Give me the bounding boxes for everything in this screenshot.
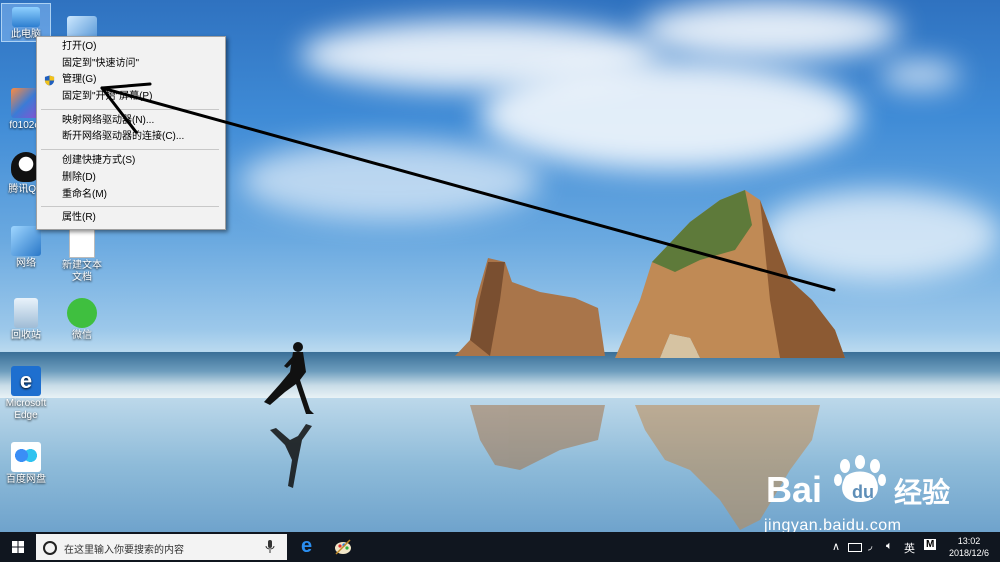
baidu-paw-logo: Bai 经验 du <box>766 455 950 510</box>
menu-item-pin-quick-access[interactable]: 固定到"快速访问" <box>37 56 225 73</box>
watermark-url: jingyan.baidu.com <box>764 517 902 532</box>
desktop-icon-label: 微信 <box>72 330 92 341</box>
ime-mode-indicator[interactable]: M <box>924 539 937 550</box>
menu-item-delete[interactable]: 删除(D) <box>37 170 225 187</box>
menu-item-disconnect-network-drive[interactable]: 断开网络驱动器的连接(C)... <box>37 129 225 146</box>
show-hidden-icons-chevron-icon[interactable]: ∧ <box>832 540 840 553</box>
desktop-icon-label: Microsoft Edge <box>5 398 47 421</box>
clock-time: 13:02 <box>957 536 981 546</box>
menu-item-open[interactable]: 打开(O) <box>37 39 225 56</box>
wifi-icon[interactable]: ◞ <box>868 539 872 552</box>
desktop-icon-label: 网络 <box>16 258 36 269</box>
menu-item-properties[interactable]: 属性(R) <box>37 210 225 227</box>
paint-palette-icon <box>335 539 351 555</box>
menu-item-rename[interactable]: 重命名(M) <box>37 187 225 204</box>
desktop-icon-label: 新建文本文档 <box>62 260 102 283</box>
svg-text:du: du <box>852 482 874 502</box>
desktop-icon-baidu-netdisk[interactable]: 百度网盘 <box>2 442 50 486</box>
ime-language-indicator[interactable]: 英 <box>904 540 915 556</box>
baidu-jingyan-watermark: Bai 经验 du <box>760 452 950 519</box>
edge-icon: e <box>301 535 313 557</box>
menu-item-map-network-drive[interactable]: 映射网络驱动器(N)... <box>37 113 225 130</box>
volume-icon[interactable]: 🔈︎ <box>886 540 893 553</box>
battery-icon[interactable] <box>848 543 862 552</box>
svg-text:经验: 经验 <box>894 476 950 509</box>
uac-shield-icon <box>44 75 55 86</box>
desktop-icon-recycle-bin[interactable]: 回收站 <box>2 298 50 342</box>
context-menu: 打开(O) 固定到"快速访问" 管理(G) 固定到"开始"屏幕(P) 映射网络驱… <box>36 36 226 230</box>
clock-date: 2018/12/6 <box>948 548 990 558</box>
start-button[interactable] <box>0 532 36 562</box>
menu-item-label: 管理(G) <box>62 74 97 86</box>
network-icon <box>11 226 41 256</box>
wechat-icon <box>67 298 97 328</box>
taskbar-paint-button[interactable] <box>326 532 360 562</box>
menu-item-manage[interactable]: 管理(G) <box>37 72 225 89</box>
menu-item-pin-start[interactable]: 固定到"开始"屏幕(P) <box>37 89 225 106</box>
desktop-icon-wechat[interactable]: 微信 <box>58 298 106 342</box>
taskbar-edge-button[interactable]: e <box>292 532 326 562</box>
taskbar: 在这里输入你要搜索的内容 e ∧ ◞ 🔈︎ 英 M 13:02 2018/12/… <box>0 532 1000 562</box>
desktop-wallpaper[interactable]: 此电脑 f0102ef 腾讯QQ 网络 新建文本文档 回收站 微信 e Micr… <box>0 0 1000 532</box>
svg-text:Bai: Bai <box>766 469 822 510</box>
desktop-icon-network[interactable]: 网络 <box>2 226 50 270</box>
desktop-icon-label: 百度网盘 <box>6 474 46 485</box>
menu-item-create-shortcut[interactable]: 创建快捷方式(S) <box>37 153 225 170</box>
desktop-icon-new-text-document[interactable]: 新建文本文档 <box>58 226 106 284</box>
microphone-icon[interactable] <box>265 540 275 554</box>
recycle-bin-icon <box>14 298 38 328</box>
cortana-icon <box>43 541 57 555</box>
taskbar-search-box[interactable]: 在这里输入你要搜索的内容 <box>36 534 287 560</box>
menu-separator <box>41 206 219 208</box>
windows-logo-icon <box>12 541 24 553</box>
taskbar-clock[interactable]: 13:02 2018/12/6 <box>944 535 994 559</box>
this-pc-icon <box>12 7 40 27</box>
search-placeholder: 在这里输入你要搜索的内容 <box>64 545 184 556</box>
menu-separator <box>41 108 219 110</box>
menu-separator <box>41 149 219 151</box>
baidu-netdisk-icon <box>11 442 41 472</box>
edge-icon: e <box>11 366 41 396</box>
text-document-icon <box>69 226 95 258</box>
desktop-icon-label: 回收站 <box>11 330 41 341</box>
desktop-icon-edge[interactable]: e Microsoft Edge <box>2 366 50 422</box>
